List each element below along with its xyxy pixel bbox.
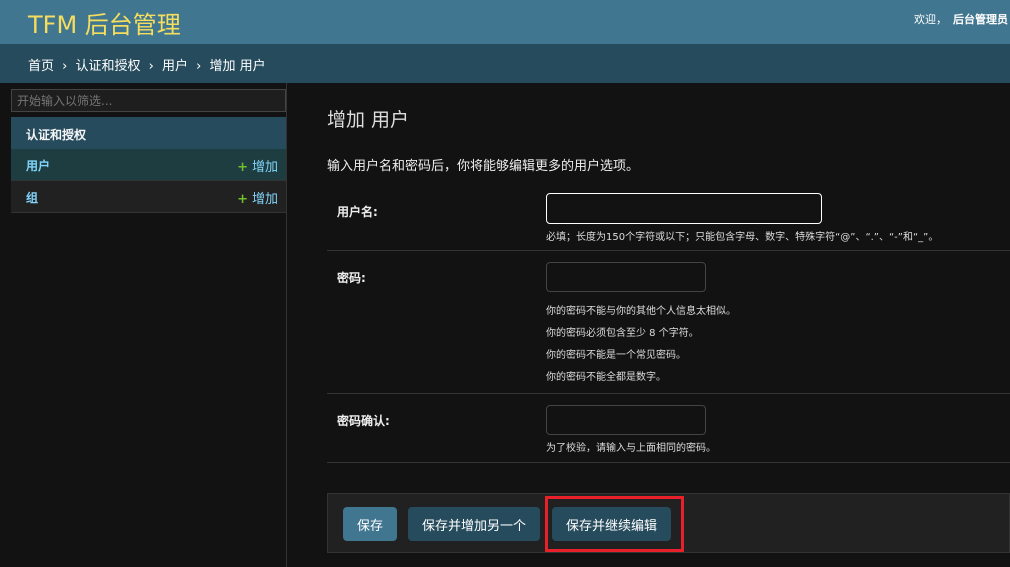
- sidebar-add-users-link[interactable]: + 增加: [237, 156, 278, 175]
- breadcrumb-home[interactable]: 首页: [28, 59, 54, 74]
- save-and-add-another-button[interactable]: 保存并增加另一个: [408, 507, 541, 541]
- sidebar-add-groups-link[interactable]: + 增加: [237, 188, 278, 207]
- password-help-item: 你的密码不能是一个常见密码。: [546, 350, 686, 361]
- nav-filter-input[interactable]: [11, 89, 286, 112]
- breadcrumb-current: 增加 用户: [209, 59, 266, 74]
- sidebar-item-users: 用户 + 增加: [11, 149, 286, 181]
- password-confirm-help: 为了校验，请输入与上面相同的密码。: [546, 443, 716, 454]
- username-label: 后台管理员: [953, 13, 1008, 26]
- password-label: 密码:: [337, 271, 366, 285]
- username-label: 用户名:: [337, 205, 378, 219]
- password-help-item: 你的密码必须包含至少 8 个字符。: [546, 328, 699, 339]
- breadcrumb-users[interactable]: 用户: [162, 59, 188, 74]
- password-row: 密码: 你的密码不能与你的其他个人信息太相似。 你的密码必须包含至少 8 个字符…: [327, 251, 1010, 394]
- password-confirm-label: 密码确认:: [337, 414, 390, 428]
- breadcrumb-separator: ›: [196, 59, 202, 74]
- breadcrumb-separator: ›: [62, 59, 68, 74]
- breadcrumb-auth[interactable]: 认证和授权: [76, 59, 141, 74]
- breadcrumb: 首页 › 认证和授权 › 用户 › 增加 用户: [0, 44, 1010, 83]
- sidebar-item-label[interactable]: 用户: [26, 159, 50, 173]
- breadcrumb-separator: ›: [148, 59, 154, 74]
- username-input[interactable]: [546, 193, 822, 224]
- username-row: 用户名: 必填；长度为150个字符或以下；只能包含字母、数字、特殊字符“@”、“…: [327, 183, 1010, 251]
- sidebar-item-groups: 组 + 增加: [11, 181, 286, 213]
- site-brand[interactable]: TFM 后台管理: [28, 5, 181, 40]
- password-confirm-row: 密码确认: 为了校验，请输入与上面相同的密码。: [327, 394, 1010, 463]
- welcome-text: 欢迎，: [914, 13, 947, 26]
- user-tools: 欢迎， 后台管理员: [914, 11, 1008, 27]
- plus-icon: +: [237, 192, 248, 207]
- save-button[interactable]: 保存: [343, 507, 398, 541]
- password-help-item: 你的密码不能与你的其他个人信息太相似。: [546, 306, 736, 317]
- sidebar: 认证和授权 用户 +增加 组 +增加: [10, 83, 287, 567]
- password-help-item: 你的密码不能全都是数字。: [546, 372, 666, 383]
- main-content: 增加 用户 输入用户名和密码后，你将能够编辑更多的用户选项。 用户名: 必填；长…: [327, 83, 1010, 567]
- submit-row: 保存 保存并增加另一个 保存并继续编辑: [327, 493, 1010, 553]
- sidebar-item-label[interactable]: 组: [26, 191, 38, 205]
- sidebar-module-auth[interactable]: 认证和授权: [11, 117, 286, 149]
- add-label: 增加: [251, 160, 278, 175]
- site-header: TFM 后台管理 欢迎， 后台管理员: [0, 0, 1010, 44]
- plus-icon: +: [237, 160, 248, 175]
- save-and-continue-button[interactable]: 保存并继续编辑: [552, 507, 672, 541]
- form-intro: 输入用户名和密码后，你将能够编辑更多的用户选项。: [327, 159, 640, 174]
- add-label: 增加: [251, 192, 278, 207]
- username-help: 必填；长度为150个字符或以下；只能包含字母、数字、特殊字符“@”、“.”、“-…: [546, 232, 939, 243]
- password-input[interactable]: [546, 262, 706, 292]
- password-confirm-input[interactable]: [546, 405, 706, 435]
- page-title: 增加 用户: [327, 109, 410, 131]
